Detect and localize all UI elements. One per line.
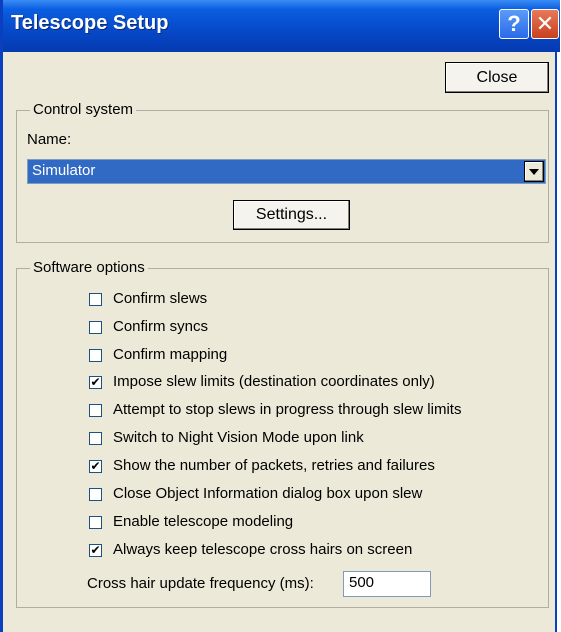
checkbox[interactable] <box>89 321 102 334</box>
option-label: Show the number of packets, retries and … <box>113 457 435 474</box>
option-label: Confirm syncs <box>113 318 209 335</box>
checkbox[interactable]: ✔ <box>89 460 102 473</box>
checkbox[interactable] <box>89 349 102 362</box>
software-options-legend: Software options <box>30 259 148 276</box>
option-label: Confirm slews <box>113 290 208 307</box>
option-label: Always keep telescope cross hairs on scr… <box>113 541 413 558</box>
control-system-select[interactable]: Simulator <box>27 159 546 184</box>
checkbox[interactable] <box>89 432 102 445</box>
option-label: Attempt to stop slews in progress throug… <box>113 401 462 418</box>
option-label: Switch to Night Vision Mode upon link <box>113 429 364 446</box>
crosshair-frequency-label: Cross hair update frequency (ms): <box>87 575 314 592</box>
close-button[interactable]: Close <box>445 62 549 93</box>
option-label: Close Object Information dialog box upon… <box>113 485 423 502</box>
checkbox[interactable] <box>89 516 102 529</box>
name-label: Name: <box>27 131 72 148</box>
option-label: Impose slew limits (destination coordina… <box>113 373 435 390</box>
window-title: Telescope Setup <box>11 12 169 34</box>
telescope-setup-window: Telescope Setup ? ✕ Close Control system… <box>0 0 560 632</box>
checkbox[interactable] <box>89 488 102 501</box>
settings-button[interactable]: Settings... <box>233 200 350 230</box>
option-label: Enable telescope modeling <box>113 513 294 530</box>
selected-system: Simulator <box>32 162 96 179</box>
crosshair-frequency-input[interactable]: 500 <box>343 571 431 597</box>
chevron-down-icon[interactable] <box>524 161 544 182</box>
control-system-legend: Control system <box>30 101 137 118</box>
checkbox[interactable] <box>89 404 102 417</box>
checkbox[interactable]: ✔ <box>89 376 102 389</box>
help-icon[interactable]: ? <box>499 9 529 39</box>
checkbox[interactable]: ✔ <box>89 544 102 557</box>
title-bar: Telescope Setup ? ✕ <box>3 0 560 52</box>
close-window-icon[interactable]: ✕ <box>531 9 559 39</box>
checkbox[interactable] <box>89 293 102 306</box>
option-label: Confirm mapping <box>113 346 228 363</box>
